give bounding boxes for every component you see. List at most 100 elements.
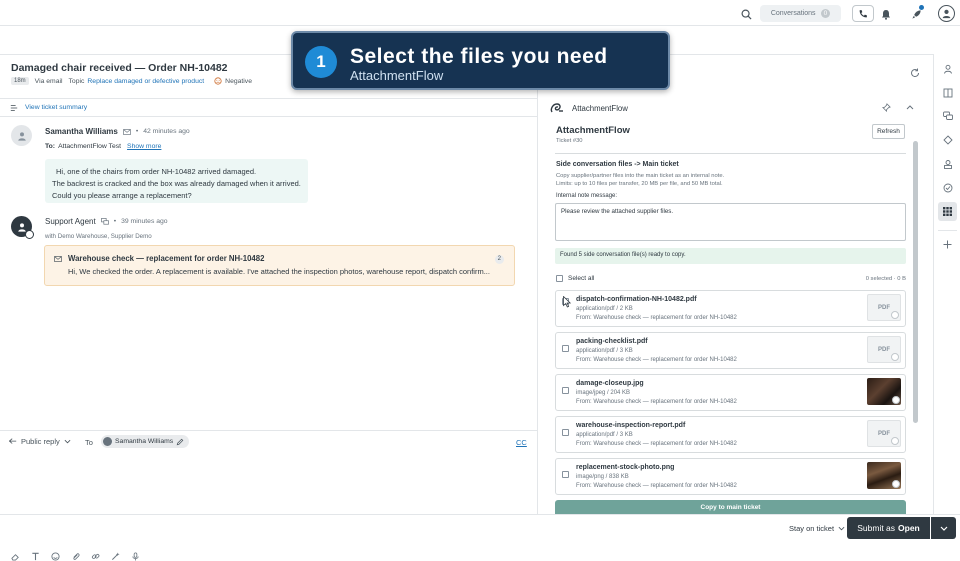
file-type-label: PDF	[878, 304, 890, 311]
search-icon[interactable]	[738, 6, 754, 22]
to-value: AttachmentFlow Test	[58, 143, 122, 150]
summary-icon	[10, 104, 18, 111]
book-icon[interactable]	[943, 88, 953, 98]
show-more-link[interactable]: Show more	[127, 143, 161, 150]
file-thumbnail[interactable]: PDF	[867, 294, 901, 321]
preview-hidden-icon[interactable]	[892, 480, 900, 488]
recipient-chip[interactable]: Samantha Williams	[101, 435, 190, 448]
app-title: AttachmentFlow	[556, 125, 630, 136]
reply-arrow-icon	[9, 438, 17, 444]
recipient-name: Samantha Williams	[115, 438, 174, 445]
person-icon	[17, 131, 26, 141]
refresh-button[interactable]: Refresh	[872, 124, 905, 139]
topic-value[interactable]: Replace damaged or defective product	[87, 78, 204, 85]
conversations-button[interactable]: Conversations 0	[760, 5, 841, 22]
step-title: Select the files you need	[350, 45, 608, 68]
note-label: Internal note message:	[556, 193, 618, 199]
contacts-icon[interactable]	[943, 159, 953, 169]
reply-mode-selector[interactable]: Public reply	[9, 437, 71, 446]
message-time: 42 minutes ago	[143, 128, 190, 135]
section-description-2: Limits: up to 10 files per transfer, 20 …	[556, 181, 723, 187]
email-icon	[54, 256, 62, 262]
cc-link[interactable]: CC	[516, 438, 527, 447]
sentiment-label: Negative	[225, 77, 252, 85]
message-line: The backrest is cracked and the box was …	[52, 179, 301, 188]
rocket-icon[interactable]	[908, 5, 924, 22]
file-checkbox[interactable]	[562, 471, 569, 478]
magic-wand-icon[interactable]	[111, 552, 120, 561]
file-checkbox[interactable]	[562, 387, 569, 394]
stay-on-ticket-label: Stay on ticket	[789, 524, 835, 533]
file-item[interactable]: replacement-stock-photo.png image/png / …	[555, 458, 906, 495]
copy-to-main-ticket-button[interactable]: Copy to main ticket	[555, 500, 906, 515]
pencil-icon[interactable]	[176, 438, 184, 446]
stay-on-ticket-dropdown[interactable]: Stay on ticket	[789, 524, 845, 533]
side-conversation-card[interactable]: Warehouse check — replacement for order …	[44, 245, 515, 286]
app-header: AttachmentFlow	[550, 102, 628, 114]
file-item[interactable]: warehouse-inspection-report.pdf applicat…	[555, 416, 906, 453]
file-thumbnail[interactable]: PDF	[867, 336, 901, 363]
to-label: To	[85, 438, 93, 447]
file-name: dispatch-confirmation-NH-10482.pdf	[576, 296, 697, 303]
preview-hidden-icon[interactable]	[891, 311, 899, 319]
image-thumbnail[interactable]	[867, 378, 901, 405]
section-title: Side conversation files -> Main ticket	[556, 161, 679, 168]
apps-button[interactable]	[938, 202, 957, 221]
to-label: To:	[45, 143, 56, 150]
plus-icon[interactable]	[943, 240, 952, 249]
select-all-checkbox[interactable]	[556, 275, 563, 282]
user-profile-icon[interactable]	[938, 5, 955, 22]
view-ticket-summary-link[interactable]: View ticket summary	[25, 104, 87, 111]
preview-hidden-icon[interactable]	[891, 437, 899, 445]
submit-button[interactable]: Submit as Open	[847, 517, 930, 539]
microphone-icon[interactable]	[131, 552, 140, 561]
submit-options-button[interactable]	[931, 517, 956, 539]
file-source: From: Warehouse check — replacement for …	[576, 357, 737, 363]
ticket-title: Damaged chair received — Order NH-10482	[11, 62, 228, 74]
top-bar: Conversations 0	[0, 0, 960, 26]
file-source: From: Warehouse check — replacement for …	[576, 315, 737, 321]
conversations-count: 0	[820, 9, 831, 18]
message-1-header: Samantha Williams • 42 minutes ago	[45, 127, 190, 136]
sentiment-indicator: Negative	[214, 77, 252, 85]
check-circle-icon[interactable]	[943, 183, 953, 193]
emoji-icon[interactable]	[51, 552, 60, 561]
chat-icon[interactable]	[943, 111, 953, 121]
submit-prefix: Submit as	[857, 523, 896, 533]
message-line: Could you please arrange a replacement?	[52, 191, 192, 200]
file-type-label: PDF	[878, 430, 890, 437]
preview-hidden-icon[interactable]	[891, 353, 899, 361]
internal-note-textarea[interactable]: Please review the attached supplier file…	[555, 203, 906, 241]
ticket-summary-row[interactable]: View ticket summary	[0, 98, 538, 117]
file-item[interactable]: dispatch-confirmation-NH-10482.pdf appli…	[555, 290, 906, 327]
select-all-row[interactable]: Select all	[556, 275, 594, 282]
link-icon[interactable]	[91, 552, 100, 561]
file-checkbox[interactable]	[562, 429, 569, 436]
attachment-icon[interactable]	[71, 552, 80, 561]
bell-icon[interactable]	[878, 6, 894, 22]
file-item[interactable]: damage-closeup.jpg image/jpeg / 204 KB F…	[555, 374, 906, 411]
topic-label: Topic	[68, 77, 85, 85]
user-icon[interactable]	[943, 64, 953, 74]
section-description-1: Copy supplier/partner files into the mai…	[556, 173, 725, 179]
knowledge-icon[interactable]	[943, 135, 953, 145]
message-time: 39 minutes ago	[121, 218, 168, 225]
text-format-icon[interactable]	[31, 552, 40, 561]
file-thumbnail[interactable]: PDF	[867, 420, 901, 447]
file-meta: image/jpeg / 204 KB	[576, 390, 631, 396]
image-thumbnail[interactable]	[867, 462, 901, 489]
email-icon	[123, 128, 131, 135]
preview-hidden-icon[interactable]	[892, 396, 900, 404]
file-checkbox[interactable]	[562, 345, 569, 352]
rail-divider	[938, 230, 957, 231]
file-meta: image/png / 838 KB	[576, 474, 629, 480]
message-2-header: Support Agent • 39 minutes ago	[45, 217, 168, 226]
selection-summary: 0 selected · 0 B	[865, 276, 906, 282]
refresh-page-icon[interactable]	[910, 68, 920, 78]
phone-button[interactable]	[852, 5, 874, 22]
chevron-up-icon[interactable]	[906, 105, 914, 110]
file-item[interactable]: packing-checklist.pdf application/pdf / …	[555, 332, 906, 369]
message-line: Hi, one of the chairs from order NH-1048…	[56, 167, 257, 176]
eraser-icon[interactable]	[11, 552, 20, 561]
pin-icon[interactable]	[882, 103, 891, 112]
